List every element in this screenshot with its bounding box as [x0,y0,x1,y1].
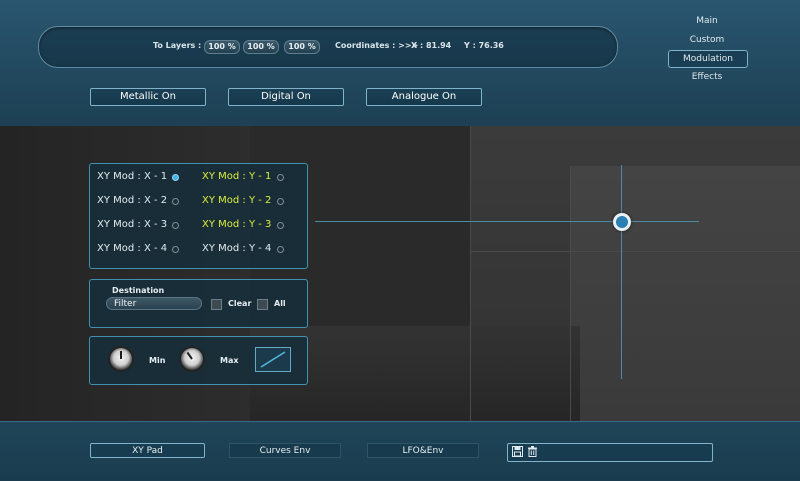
xy-mod-x3-indicator[interactable] [172,222,179,229]
clear-label: Clear [228,299,252,308]
xy-mod-y4-indicator[interactable] [277,246,284,253]
to-layers-label: To Layers : [153,41,202,50]
xy-mod-x4-label[interactable]: XY Mod : X - 4 [97,243,167,254]
nav-custom[interactable]: Custom [668,32,746,48]
nav-modulation[interactable]: Modulation [668,50,748,68]
xy-mod-x2-label[interactable]: XY Mod : X - 2 [97,195,167,206]
knob-pointer [186,351,193,360]
layer-1-amount[interactable]: 100 % [204,40,240,54]
xy-mod-y4-label[interactable]: XY Mod : Y - 4 [202,243,271,254]
layer-2-amount[interactable]: 100 % [243,40,279,54]
xy-mod-panel: XY Mod : X - 1 XY Mod : Y - 1 XY Mod : X… [89,163,308,269]
analogue-on-button[interactable]: Analogue On [366,88,482,106]
nav-main[interactable]: Main [668,13,746,29]
min-label: Min [149,356,166,365]
clear-checkbox[interactable] [211,299,222,310]
xy-pad-horizontal-line [315,221,699,222]
nav-effects[interactable]: Effects [668,69,746,85]
xy-mod-x2-indicator[interactable] [172,198,179,205]
layer-3-amount[interactable]: 100 % [284,40,320,54]
all-label: All [274,299,286,308]
linear-curve-icon [260,351,286,368]
xy-mod-y1-label[interactable]: XY Mod : Y - 1 [202,171,271,182]
knob-pointer [120,351,122,359]
curve-shape-button[interactable] [255,347,291,372]
tab-curves-env[interactable]: Curves Env [229,443,341,458]
info-bar: To Layers : 100 % 100 % 100 % Coordinate… [38,26,618,68]
tab-lfo-env[interactable]: LFO&Env [367,443,479,458]
max-knob[interactable] [181,348,203,370]
xy-pad-vertical-line [621,165,622,379]
xy-mod-x3-label[interactable]: XY Mod : X - 3 [97,219,167,230]
max-label: Max [220,356,239,365]
xy-mod-y1-indicator[interactable] [277,174,284,181]
xy-mod-y3-indicator[interactable] [277,222,284,229]
digital-on-button[interactable]: Digital On [228,88,344,106]
save-icon[interactable] [512,446,523,457]
x-coordinate-value: X : 81.94 [411,41,452,50]
xy-pad[interactable] [315,165,699,379]
coordinates-label: Coordinates : >>> [335,41,419,50]
trash-icon[interactable] [527,446,538,457]
metallic-on-button[interactable]: Metallic On [90,88,206,106]
xy-pad-cursor[interactable] [613,213,631,231]
y-coordinate-value: Y : 76.36 [464,41,504,50]
xy-mod-x1-indicator[interactable] [172,174,179,181]
xy-mod-x1-label[interactable]: XY Mod : X - 1 [97,171,167,182]
xy-mod-x4-indicator[interactable] [172,246,179,253]
destination-select[interactable]: Filter [106,297,202,310]
preset-bar[interactable] [507,443,713,462]
destination-label: Destination [112,286,165,295]
xy-mod-y2-indicator[interactable] [277,198,284,205]
all-checkbox[interactable] [257,299,268,310]
xy-mod-y3-label[interactable]: XY Mod : Y - 3 [202,219,271,230]
tab-xy-pad[interactable]: XY Pad [90,443,205,458]
xy-mod-y2-label[interactable]: XY Mod : Y - 2 [202,195,271,206]
min-knob[interactable] [110,348,132,370]
